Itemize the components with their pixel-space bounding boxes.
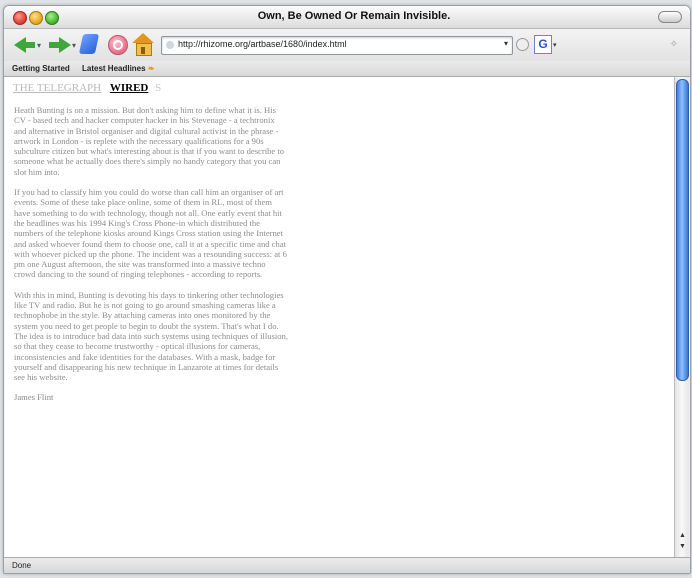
toolbar-toggle-button[interactable] bbox=[658, 11, 682, 23]
browser-window: Own, Be Owned Or Remain Invisible. ▾ ▾ h… bbox=[3, 5, 691, 574]
site-tabs: THE TELEGRAPH WIRED S bbox=[13, 82, 161, 94]
url-history-dropdown-icon[interactable]: ▾ bbox=[504, 39, 508, 48]
bookmark-latest-headlines-label: Latest Headlines bbox=[82, 64, 146, 73]
status-bar: Done bbox=[4, 557, 690, 573]
vertical-scrollbar[interactable]: ▲ ▼ bbox=[674, 77, 689, 557]
tab-wired[interactable]: WIRED bbox=[110, 82, 149, 94]
page-content: THE TELEGRAPH WIRED S Heath Bunting is o… bbox=[5, 77, 674, 557]
reload-icon[interactable] bbox=[78, 34, 100, 54]
back-history-chevron-icon[interactable]: ▾ bbox=[37, 41, 41, 50]
home-icon[interactable] bbox=[132, 33, 154, 56]
title-bar: Own, Be Owned Or Remain Invisible. bbox=[4, 6, 690, 29]
bookmark-getting-started[interactable]: Getting Started bbox=[12, 64, 70, 73]
status-text: Done bbox=[12, 561, 32, 570]
article-body: Heath Bunting is on a mission. But don't… bbox=[14, 105, 289, 403]
article-signature: James Flint bbox=[14, 392, 54, 403]
search-engine-dropdown-icon[interactable]: ▾ bbox=[553, 41, 557, 49]
article-paragraph-3: With this in mind, Bunting is devoting h… bbox=[14, 289, 288, 383]
article-paragraph-2: If you had to classify him you could do … bbox=[14, 187, 287, 280]
rss-icon: ❧ bbox=[147, 64, 155, 73]
throbber-icon: ✧ bbox=[669, 39, 678, 50]
forward-history-chevron-icon[interactable]: ▾ bbox=[72, 41, 76, 50]
url-text[interactable]: http://rhizome.org/artbase/1680/index.ht… bbox=[178, 39, 347, 49]
navigation-toolbar: ▾ ▾ http://rhizome.org/artbase/1680/inde… bbox=[4, 29, 690, 61]
window-title: Own, Be Owned Or Remain Invisible. bbox=[257, 10, 451, 22]
bookmark-latest-headlines[interactable]: Latest Headlines ❧ bbox=[82, 64, 155, 73]
tab-more[interactable]: S bbox=[155, 82, 161, 94]
article-paragraph-1: Heath Bunting is on a mission. But don't… bbox=[14, 105, 285, 177]
go-icon[interactable] bbox=[516, 38, 529, 51]
minimize-button[interactable] bbox=[29, 11, 43, 25]
scrollbar-thumb[interactable] bbox=[676, 79, 689, 381]
zoom-button[interactable] bbox=[45, 11, 59, 25]
scroll-up-arrow-icon[interactable]: ▲ bbox=[679, 532, 686, 539]
stop-icon[interactable] bbox=[108, 35, 128, 55]
forward-icon bbox=[59, 37, 71, 53]
tab-telegraph[interactable]: THE TELEGRAPH bbox=[13, 82, 101, 94]
close-button[interactable] bbox=[13, 11, 27, 25]
site-favicon-icon bbox=[166, 41, 174, 49]
google-search-icon[interactable]: G bbox=[534, 35, 552, 54]
address-bar[interactable]: http://rhizome.org/artbase/1680/index.ht… bbox=[161, 36, 513, 55]
bookmarks-toolbar: Getting Started Latest Headlines ❧ bbox=[4, 61, 690, 77]
scroll-down-arrow-icon[interactable]: ▼ bbox=[679, 543, 686, 550]
